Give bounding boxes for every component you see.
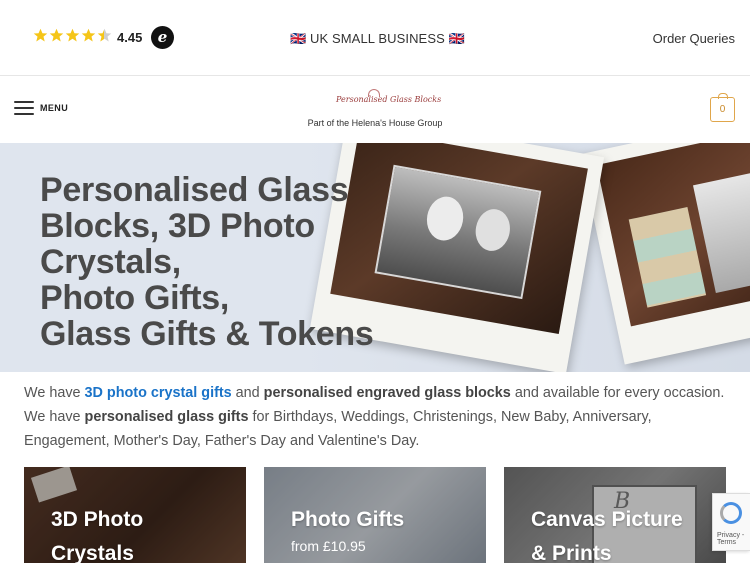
intro-paragraph-2: We have personalised glass gifts for Bir…	[24, 405, 734, 453]
hero-title-line: Crystals,	[40, 243, 181, 281]
hero-title-line: Photo Gifts,	[40, 279, 230, 317]
card-title-line: Photo Gifts	[291, 508, 405, 531]
hero-title-line: Blocks, 3D Photo	[40, 207, 315, 245]
intro-text-segment: and available for every occasion.	[510, 385, 725, 401]
hero-title-line: Personalised Glass	[40, 171, 349, 209]
card-price: from £10.95	[291, 538, 366, 554]
recaptcha-badge[interactable]: Privacy - Terms	[712, 493, 750, 551]
site-tagline: Part of the Helena's House Group	[307, 118, 443, 128]
star-icon	[33, 28, 48, 42]
menu-button[interactable]: MENU	[14, 101, 68, 115]
menu-label: MENU	[40, 103, 69, 113]
intro-text: We have 3D photo crystal gifts and perso…	[24, 381, 734, 453]
card-title-line: Canvas Picture	[531, 508, 683, 531]
intro-text-segment: We have	[24, 409, 85, 425]
intro-paragraph-1: We have 3D photo crystal gifts and perso…	[24, 381, 734, 405]
rating-value: 4.45	[117, 30, 143, 45]
star-icon	[81, 28, 96, 42]
intro-text-segment: and	[231, 385, 264, 401]
recaptcha-terms: Privacy - Terms	[717, 532, 745, 546]
card-title: Photo Gifts	[291, 503, 404, 537]
hero-title: Personalised Glass Blocks, 3D Photo Crys…	[40, 171, 374, 353]
hamburger-icon	[14, 101, 34, 115]
star-icon	[65, 28, 80, 42]
personalised-glass-gifts-text: personalised glass gifts	[84, 409, 249, 425]
category-card-3d-photo-crystals[interactable]: 3D Photo Crystals	[24, 467, 246, 563]
card-title-line: Crystals	[51, 542, 134, 563]
hero-banner: Personalised Glass Blocks, 3D Photo Crys…	[0, 143, 750, 372]
category-card-photo-gifts[interactable]: Photo Gifts from £10.95	[264, 467, 486, 563]
uk-small-business-banner: 🇬🇧 UK SMALL BUSINESS 🇬🇧	[290, 31, 465, 46]
site-header: MENU Personalised Glass Blocks Part of t…	[0, 77, 750, 143]
rating-stars[interactable]	[33, 28, 112, 43]
engraved-glass-blocks-text: personalised engraved glass blocks	[263, 385, 511, 401]
card-title-line: & Prints	[531, 542, 612, 563]
card-title: 3D Photo Crystals	[51, 503, 143, 563]
order-queries-link[interactable]: Order Queries	[653, 31, 735, 46]
card-title-line: 3D Photo	[51, 508, 144, 531]
category-card-canvas-prints[interactable]: B Canvas Picture & Prints	[504, 467, 726, 563]
cart-button[interactable]: 0	[710, 93, 735, 122]
recaptcha-icon	[720, 502, 742, 524]
star-half-icon	[97, 28, 112, 42]
intro-text-segment: We have	[24, 385, 85, 401]
star-icon	[49, 28, 64, 42]
hero-title-line: Glass Gifts & Tokens	[40, 315, 374, 353]
trustedshops-logo-icon[interactable]: e	[151, 26, 174, 49]
3d-photo-crystal-gifts-link[interactable]: 3D photo crystal gifts	[85, 385, 232, 401]
top-bar: 4.45 e 🇬🇧 UK SMALL BUSINESS 🇬🇧 Order Que…	[0, 0, 750, 76]
site-logo[interactable]: Personalised Glass Blocks	[336, 95, 441, 104]
card-title: Canvas Picture & Prints	[531, 503, 683, 563]
cart-count: 0	[719, 104, 726, 115]
